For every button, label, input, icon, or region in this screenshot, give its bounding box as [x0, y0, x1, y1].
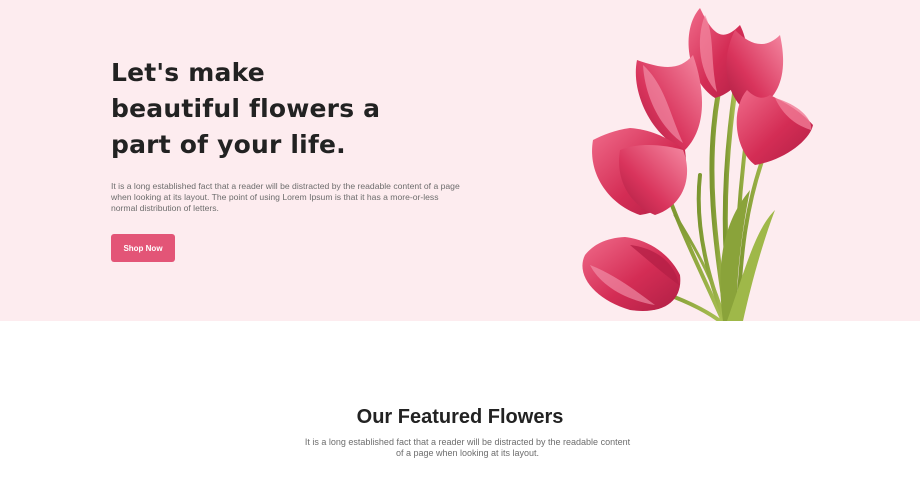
hero-title: Let's make beautiful flowers a part of y… [111, 55, 411, 163]
hero-title-line-3: part of your life. [111, 130, 346, 159]
tulip-bouquet-image [582, 8, 813, 321]
hero-title-line-1: Let's make [111, 58, 265, 87]
featured-section-title: Our Featured Flowers [356, 406, 564, 428]
hero-title-line-2: beautiful flowers a [111, 94, 381, 123]
shop-now-button[interactable]: Shop Now [111, 234, 175, 262]
hero-section: Let's make beautiful flowers a part of y… [0, 0, 920, 321]
featured-section-description: It is a long established fact that a rea… [304, 437, 631, 458]
hero-description: It is a long established fact that a rea… [111, 181, 460, 213]
